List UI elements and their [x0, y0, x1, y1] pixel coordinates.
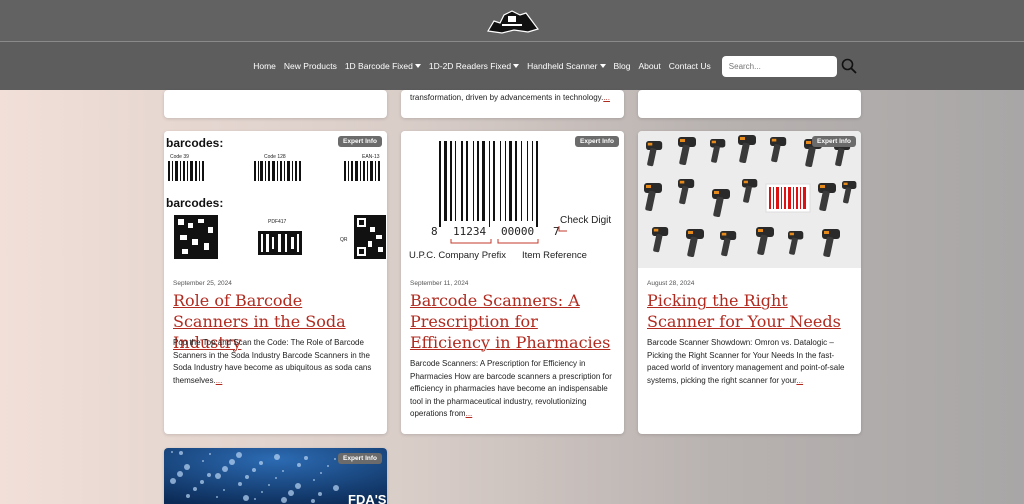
card-excerpt: Barcode Scanner Showdown: Omron vs. Data… — [647, 338, 845, 385]
category-badge[interactable]: Expert Info — [338, 453, 382, 464]
search-icon[interactable] — [841, 58, 857, 74]
card-image-barcode-types[interactable]: barcodes: Code 39 Code 128 EAN-13 barcod… — [164, 131, 387, 268]
image-label: EAN-13 — [362, 154, 380, 160]
caret-down-icon — [599, 64, 606, 68]
card-image-upc-barcode[interactable]: 8 11234 00000 7 Check Digit U.P.C. Compa… — [401, 131, 624, 268]
card-image-scanners[interactable]: Expert Info — [638, 131, 861, 268]
blog-card[interactable]: FDA'S Expert Info — [164, 448, 387, 504]
nav-item-label: 1D Barcode Fixed — [344, 61, 413, 71]
category-badge[interactable]: Expert Info — [575, 136, 619, 147]
caret-down-icon — [414, 64, 421, 68]
card-date: September 11, 2024 — [410, 280, 469, 287]
category-badge[interactable]: Expert Info — [812, 136, 856, 147]
read-more-link[interactable]: ... — [603, 93, 610, 102]
nav-item-label: Contact Us — [668, 61, 711, 71]
blog-card-top-middle[interactable]: transformation, driven by advancements i… — [401, 90, 624, 118]
nav-item-1d-2d-readers-fixed[interactable]: 1D-2D Readers Fixed — [425, 61, 523, 71]
main-nav: Home New Products 1D Barcode Fixed 1D-2D Re… — [0, 42, 1024, 90]
card-image-fda[interactable]: FDA'S Expert Info — [164, 448, 387, 504]
image-text: FDA'S — [348, 492, 387, 504]
image-label: Code 39 — [170, 154, 189, 160]
blog-card-top-right[interactable] — [638, 90, 861, 118]
card-title-link[interactable]: Barcode Scanners: A Prescription for Eff… — [410, 290, 615, 353]
site-logo[interactable] — [484, 7, 540, 35]
blog-card[interactable]: barcodes: Code 39 Code 128 EAN-13 barcod… — [164, 131, 387, 434]
card-excerpt: transformation, driven by advancements i… — [410, 93, 604, 102]
image-label: Code 128 — [264, 154, 286, 160]
image-label: Check Digit — [560, 215, 611, 226]
nav-item-handheld-scanner[interactable]: Handheld Scanner — [523, 61, 609, 71]
search-input[interactable] — [721, 55, 837, 77]
image-label: 00000 — [501, 225, 534, 238]
read-more-link[interactable]: ... — [466, 409, 473, 418]
caret-down-icon — [513, 64, 520, 68]
read-more-link[interactable]: ... — [796, 376, 803, 385]
card-date: September 25, 2024 — [173, 280, 232, 287]
nav-item-label: Home — [253, 61, 276, 71]
nav-item-blog[interactable]: Blog — [610, 61, 635, 71]
image-heading: barcodes: — [166, 196, 223, 210]
blog-card[interactable]: Expert Info August 28, 2024 Picking the … — [638, 131, 861, 434]
image-label: PDF417 — [268, 219, 287, 225]
image-label: U.P.C. Company Prefix — [409, 250, 506, 261]
nav-item-new-products[interactable]: New Products — [280, 61, 341, 71]
image-label: 11234 — [453, 225, 486, 238]
image-label: QR — [340, 237, 348, 243]
site-header: Home New Products 1D Barcode Fixed 1D-2D Re… — [0, 0, 1024, 90]
nav-item-label: New Products — [283, 61, 337, 71]
blog-card[interactable]: 8 11234 00000 7 Check Digit U.P.C. Compa… — [401, 131, 624, 434]
logo-bar — [0, 0, 1024, 42]
blog-card-top-left[interactable] — [164, 90, 387, 118]
nav-list: Home New Products 1D Barcode Fixed 1D-2D Re… — [249, 61, 715, 71]
nav-item-contact-us[interactable]: Contact Us — [665, 61, 715, 71]
card-title-link[interactable]: Picking the Right Scanner for Your Needs — [647, 290, 852, 332]
nav-item-label: About — [638, 61, 661, 71]
read-more-link[interactable]: ... — [216, 376, 223, 385]
nav-item-label: 1D-2D Readers Fixed — [428, 61, 512, 71]
card-excerpt: Barcode Scanners: A Prescription for Eff… — [410, 359, 612, 418]
image-label: 8 — [431, 225, 438, 238]
nav-item-label: Handheld Scanner — [527, 61, 598, 71]
image-label: Item Reference — [522, 250, 587, 261]
category-badge[interactable]: Expert Info — [338, 136, 382, 147]
nav-item-home[interactable]: Home — [249, 61, 280, 71]
nav-item-about[interactable]: About — [635, 61, 665, 71]
nav-item-label: Blog — [613, 61, 631, 71]
nav-item-1d-barcode-fixed[interactable]: 1D Barcode Fixed — [341, 61, 425, 71]
image-heading: barcodes: — [166, 136, 223, 150]
card-excerpt: Pop the Top and Scan the Code: The Role … — [173, 338, 372, 385]
card-date: August 28, 2024 — [647, 280, 695, 287]
